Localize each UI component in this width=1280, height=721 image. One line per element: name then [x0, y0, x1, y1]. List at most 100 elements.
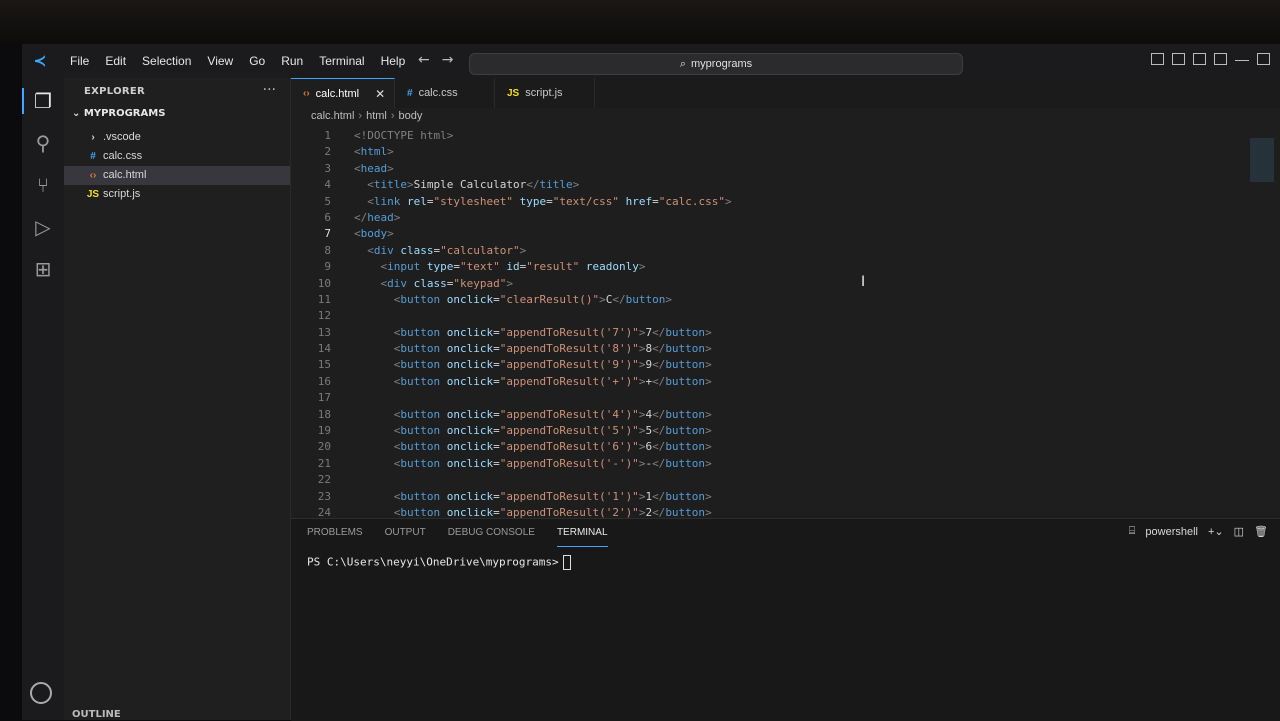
code-line[interactable]: 7 <body>	[291, 226, 1280, 242]
code-line[interactable]: 21 <button onclick="appendToResult('-')"…	[291, 456, 1280, 472]
window-controls	[1151, 53, 1270, 65]
menu-edit[interactable]: Edit	[97, 54, 134, 68]
code-text: <body>	[354, 227, 394, 241]
code-text: <link rel="stylesheet" type="text/css" h…	[367, 194, 732, 208]
workspace-folder[interactable]: ⌄ MYPROGRAMS	[72, 108, 165, 119]
code-line[interactable]: 23 <button onclick="appendToResult('1')"…	[291, 489, 1280, 505]
code-text: <title>Simple Calculator</title>	[367, 178, 580, 192]
code-line[interactable]: 3 <head>	[291, 161, 1280, 177]
html-file-icon: ‹›	[89, 170, 97, 181]
editor-area: ‹› calc.html ✕ # calc.css JS script.js calc.ht…	[291, 78, 1280, 521]
new-terminal-icon[interactable]: +⌄	[1208, 525, 1224, 538]
tree-item-label: calc.html	[103, 169, 147, 181]
code-line[interactable]: 2 <html>	[291, 144, 1280, 160]
tree-item-calchtml[interactable]: ‹› calc.html	[64, 166, 290, 185]
search-view-icon[interactable]: ⚲	[30, 130, 56, 156]
toggle-panel-icon[interactable]	[1172, 53, 1185, 65]
extensions-icon[interactable]: ⊞	[30, 256, 56, 282]
minimap[interactable]	[1250, 138, 1274, 182]
run-debug-icon[interactable]: ▷	[30, 214, 56, 240]
code-line[interactable]: 17	[291, 390, 1280, 406]
code-line[interactable]: 4 <title>Simple Calculator</title>	[291, 177, 1280, 193]
terminal-prompt: PS C:\Users\neyyi\OneDrive\myprograms>	[307, 555, 559, 569]
js-file-icon: JS	[86, 189, 100, 200]
panel-tab-debug-console[interactable]: DEBUG CONSOLE	[448, 519, 535, 547]
line-number: 9	[324, 260, 331, 274]
menu-view[interactable]: View	[199, 54, 241, 68]
tab-calc-css[interactable]: # calc.css	[395, 78, 495, 108]
customize-layout-icon[interactable]	[1214, 53, 1227, 65]
minimize-icon[interactable]	[1235, 53, 1249, 61]
line-number: 7	[324, 227, 331, 241]
vscode-logo-icon: ≺	[33, 51, 47, 70]
code-text: <input type="text" id="result" readonly>	[380, 260, 646, 274]
more-actions-icon[interactable]: ···	[263, 82, 276, 98]
tab-script-js[interactable]: JS script.js	[495, 78, 595, 108]
nav-arrows[interactable]: ←→	[418, 52, 465, 68]
breadcrumb-item[interactable]: html	[366, 110, 387, 122]
panel-tab-terminal[interactable]: TERMINAL	[556, 519, 608, 547]
shell-name[interactable]: powershell	[1145, 526, 1198, 538]
close-icon[interactable]: ✕	[375, 87, 385, 101]
code-line[interactable]: 9 <input type="text" id="result" readonl…	[291, 259, 1280, 275]
code-line[interactable]: 19 <button onclick="appendToResult('5')"…	[291, 423, 1280, 439]
maximize-icon[interactable]	[1257, 53, 1270, 65]
forward-arrow-icon[interactable]: →	[442, 52, 466, 68]
code-text: <button onclick="appendToResult('1')">1<…	[393, 489, 712, 503]
breadcrumb-item[interactable]: body	[399, 110, 423, 122]
code-line[interactable]: 12	[291, 308, 1280, 324]
line-number: 14	[317, 342, 331, 356]
line-number: 21	[317, 456, 331, 470]
outline-section[interactable]: OUTLINE	[72, 709, 121, 720]
panel-tab-problems[interactable]: PROBLEMS	[307, 519, 363, 547]
explorer-icon[interactable]: ❐	[22, 88, 56, 114]
toggle-secondary-sidebar-icon[interactable]	[1193, 53, 1206, 65]
title-bar: ≺ File Edit Selection View Go Run Terminal Help…	[22, 44, 1280, 78]
code-line[interactable]: 14 <button onclick="appendToResult('8')"…	[291, 341, 1280, 357]
code-view[interactable]: 1 <!DOCTYPE html> 2 <html> 3 <head> 4 <title>S…	[291, 128, 1280, 521]
line-number: 11	[317, 292, 331, 306]
code-line[interactable]: 22	[291, 472, 1280, 488]
account-icon[interactable]	[30, 682, 52, 704]
code-line[interactable]: 18 <button onclick="appendToResult('4')"…	[291, 407, 1280, 423]
tab-calc-html[interactable]: ‹› calc.html ✕	[291, 78, 395, 108]
menu-go[interactable]: Go	[241, 54, 273, 68]
code-text: <button onclick="appendToResult('7')">7<…	[393, 325, 712, 339]
search-icon: ⌕	[679, 57, 687, 70]
tree-item-vscode[interactable]: › .vscode	[64, 128, 290, 147]
code-line[interactable]: 8 <div class="calculator">	[291, 243, 1280, 259]
code-line[interactable]: 10 <div class="keypad">	[291, 276, 1280, 292]
chevron-right-icon: ›	[390, 110, 395, 122]
code-line[interactable]: 5 <link rel="stylesheet" type="text/css"…	[291, 194, 1280, 210]
kill-terminal-icon[interactable]: 🗑	[1254, 525, 1268, 538]
menu-help[interactable]: Help	[373, 54, 414, 68]
terminal[interactable]: PS C:\Users\neyyi\OneDrive\myprograms>	[307, 555, 571, 570]
menu-file[interactable]: File	[62, 54, 97, 68]
code-text: <button onclick="clearResult()">C</butto…	[393, 292, 672, 306]
code-line[interactable]: 20 <button onclick="appendToResult('6')"…	[291, 439, 1280, 455]
tree-item-scriptjs[interactable]: JS script.js	[64, 185, 290, 204]
command-center-search[interactable]: ⌕ myprograms	[469, 53, 963, 75]
html-file-icon: ‹›	[303, 88, 310, 99]
menu-terminal[interactable]: Terminal	[311, 54, 372, 68]
code-line[interactable]: 1 <!DOCTYPE html>	[291, 128, 1280, 144]
back-arrow-icon[interactable]: ←	[418, 52, 442, 68]
code-line[interactable]: 6 </head>	[291, 210, 1280, 226]
panel-tab-output[interactable]: OUTPUT	[385, 519, 426, 547]
menu-selection[interactable]: Selection	[134, 54, 199, 68]
line-number: 10	[317, 276, 331, 290]
code-line[interactable]: 11 <button onclick="clearResult()">C</bu…	[291, 292, 1280, 308]
line-number: 18	[317, 407, 331, 421]
breadcrumb-item[interactable]: calc.html	[311, 110, 354, 122]
split-terminal-icon[interactable]: ◫	[1234, 525, 1244, 538]
code-line[interactable]: 16 <button onclick="appendToResult('+')"…	[291, 374, 1280, 390]
menu-run[interactable]: Run	[273, 54, 311, 68]
code-line[interactable]: 15 <button onclick="appendToResult('9')"…	[291, 357, 1280, 373]
code-line[interactable]: 13 <button onclick="appendToResult('7')"…	[291, 325, 1280, 341]
tab-label: calc.css	[418, 87, 458, 99]
editor-tabs: ‹› calc.html ✕ # calc.css JS script.js	[291, 78, 1280, 108]
toggle-sidebar-icon[interactable]	[1151, 53, 1164, 65]
tree-item-calccss[interactable]: # calc.css	[64, 147, 290, 166]
line-number: 13	[317, 325, 331, 339]
source-control-icon[interactable]: ⑂	[30, 172, 56, 198]
